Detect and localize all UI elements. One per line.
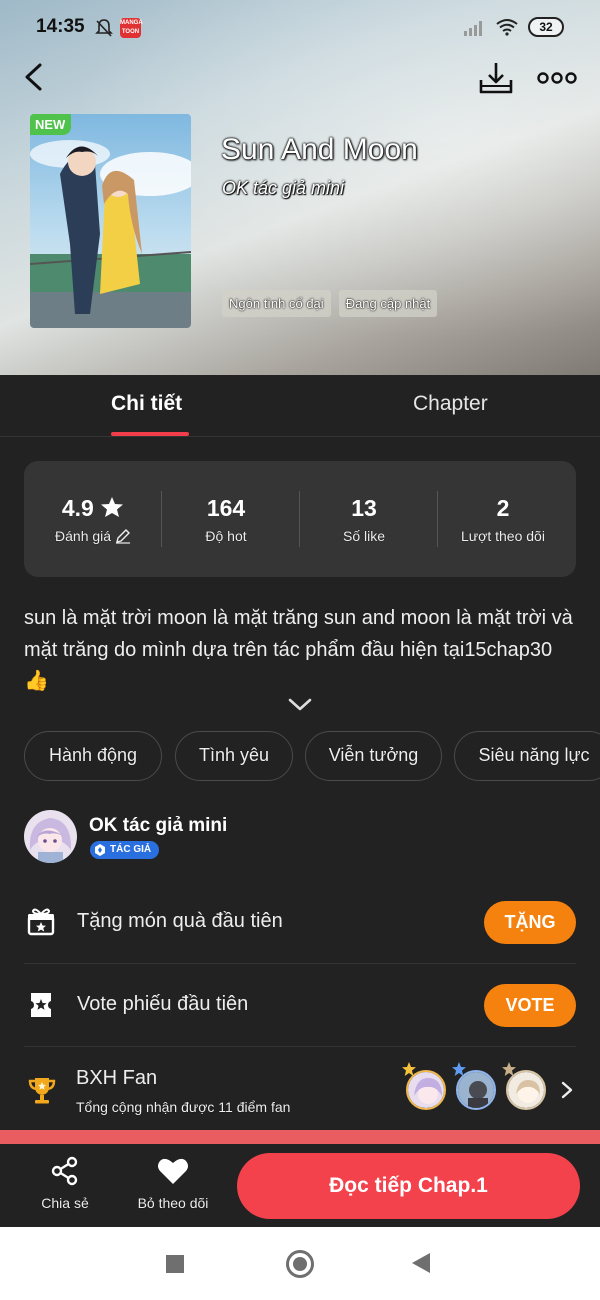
author-badge-text: TÁC GIẢ (110, 844, 152, 855)
rating-number: 4.9 (61, 495, 94, 521)
fan-rank-title: BXH Fan (76, 1067, 158, 1089)
fan-avatar (506, 1070, 546, 1110)
battery-indicator: 32 (528, 17, 564, 37)
app-notification-icon: MANGA TOON (120, 18, 143, 38)
chevron-down-icon[interactable] (286, 696, 314, 714)
rank-2-star-icon (452, 1062, 466, 1076)
comic-title: Sun And Moon (221, 133, 418, 166)
fan-ranking-row[interactable]: BXH Fan Tổng cộng nhận được 11 điểm fan (24, 1050, 576, 1130)
unfollow-button[interactable]: Bỏ theo dõi (128, 1156, 218, 1211)
fan-rank-subtitle: Tổng cộng nhận được 11 điểm fan (76, 1099, 291, 1115)
stat-hot: 164 Độ hot (157, 495, 295, 544)
stat-hot-label: Độ hot (205, 528, 247, 544)
top-fans (402, 1062, 556, 1112)
unfollow-label: Bỏ theo dõi (137, 1195, 209, 1211)
more-icon[interactable] (537, 66, 577, 90)
genre-chip[interactable]: Viễn tưởng (305, 731, 442, 781)
back-arrow-icon[interactable] (18, 60, 50, 94)
tag-status: Đang cập nhật (338, 290, 438, 317)
comic-author[interactable]: OK tác giả mini (222, 178, 344, 199)
active-tab-indicator (111, 432, 189, 436)
rating-label-text: Đánh giá (55, 528, 112, 544)
share-icon (51, 1156, 78, 1186)
comic-description: sun là mặt trời moon là mặt trăng sun an… (24, 607, 573, 692)
continue-reading-button[interactable]: Đọc tiếp Chap.1 (237, 1153, 580, 1219)
system-back-button[interactable] (412, 1253, 430, 1273)
content-separator (0, 1130, 600, 1144)
status-bar: 14:35 MANGA TOON 32 (0, 14, 600, 42)
gift-row-text: Tặng món quà đầu tiên (77, 910, 283, 932)
stat-followers-value: 2 (496, 495, 510, 521)
signal-icon (464, 21, 482, 36)
home-button[interactable] (286, 1250, 314, 1278)
tab-details[interactable]: Chi tiết (111, 392, 182, 416)
gift-button[interactable]: TẶNG (484, 901, 576, 944)
rank-3-star-icon (502, 1062, 516, 1076)
genre-list: Hành động Tình yêu Viễn tưởng Siêu năng … (24, 731, 600, 781)
ticket-icon (31, 993, 51, 1017)
stat-rating-label: Đánh giá (24, 528, 162, 544)
fan-avatar (456, 1070, 496, 1110)
vote-row-text: Vote phiếu đầu tiên (77, 993, 249, 1015)
gift-icon (27, 908, 55, 936)
stat-likes: 13 Số like (295, 495, 433, 544)
genre-chip[interactable]: Siêu năng lực (454, 731, 600, 781)
new-badge: NEW (30, 114, 72, 135)
tab-bar: Chi tiết Chapter (0, 375, 600, 437)
muted-bell-icon (95, 19, 113, 37)
wifi-icon (496, 19, 518, 36)
share-label: Chia sẻ (41, 1195, 89, 1211)
share-button[interactable]: Chia sẻ (32, 1156, 98, 1211)
bottom-action-bar: Chia sẻ Bỏ theo dõi Đọc tiếp Chap.1 (0, 1144, 600, 1227)
gift-row: Tặng món quà đầu tiên TẶNG (24, 882, 576, 964)
genre-chip[interactable]: Tình yêu (175, 731, 293, 781)
author-avatar[interactable] (24, 810, 77, 863)
cover-image[interactable]: NEW (30, 114, 191, 328)
star-icon (101, 497, 124, 517)
vote-button[interactable]: VOTE (484, 984, 576, 1027)
author-name[interactable]: OK tác giả mini (89, 815, 227, 837)
recent-apps-button[interactable] (166, 1255, 184, 1273)
author-badge-icon (95, 844, 105, 856)
tab-chapter[interactable]: Chapter (413, 392, 488, 416)
download-icon[interactable] (477, 60, 515, 96)
stat-rating[interactable]: 4.9 Đánh giá (24, 495, 162, 544)
stat-followers-label: Lượt theo dõi (461, 528, 545, 544)
stat-followers: 2 Lượt theo dõi (434, 495, 572, 544)
stats-card: 4.9 Đánh giá 164 Độ hot 13 Số like 2 Lượ… (24, 461, 576, 577)
rank-1-star-icon (402, 1062, 416, 1076)
author-role-badge: TÁC GIẢ (90, 841, 160, 859)
header-banner: 14:35 MANGA TOON 32 NEW Sun And Moon OK … (0, 0, 600, 375)
stat-rating-value: 4.9 (24, 495, 162, 522)
vote-row: Vote phiếu đầu tiên VOTE (24, 965, 576, 1047)
edit-icon[interactable] (115, 528, 131, 544)
chevron-right-icon (561, 1081, 573, 1099)
fan-avatar (406, 1070, 446, 1110)
genre-chip[interactable]: Hành động (24, 731, 162, 781)
heart-icon (158, 1158, 188, 1184)
system-navigation-bar (0, 1227, 600, 1300)
comic-tags: Ngôn tình cổ đại Đang cập nhật (222, 290, 438, 317)
stat-likes-value: 13 (351, 495, 377, 521)
stat-likes-label: Số like (342, 528, 386, 544)
tag-genre[interactable]: Ngôn tình cổ đại (222, 290, 331, 317)
trophy-icon (28, 1078, 56, 1104)
cover-artwork (30, 114, 191, 328)
status-time: 14:35 (36, 16, 85, 37)
stat-hot-value: 164 (206, 495, 246, 521)
